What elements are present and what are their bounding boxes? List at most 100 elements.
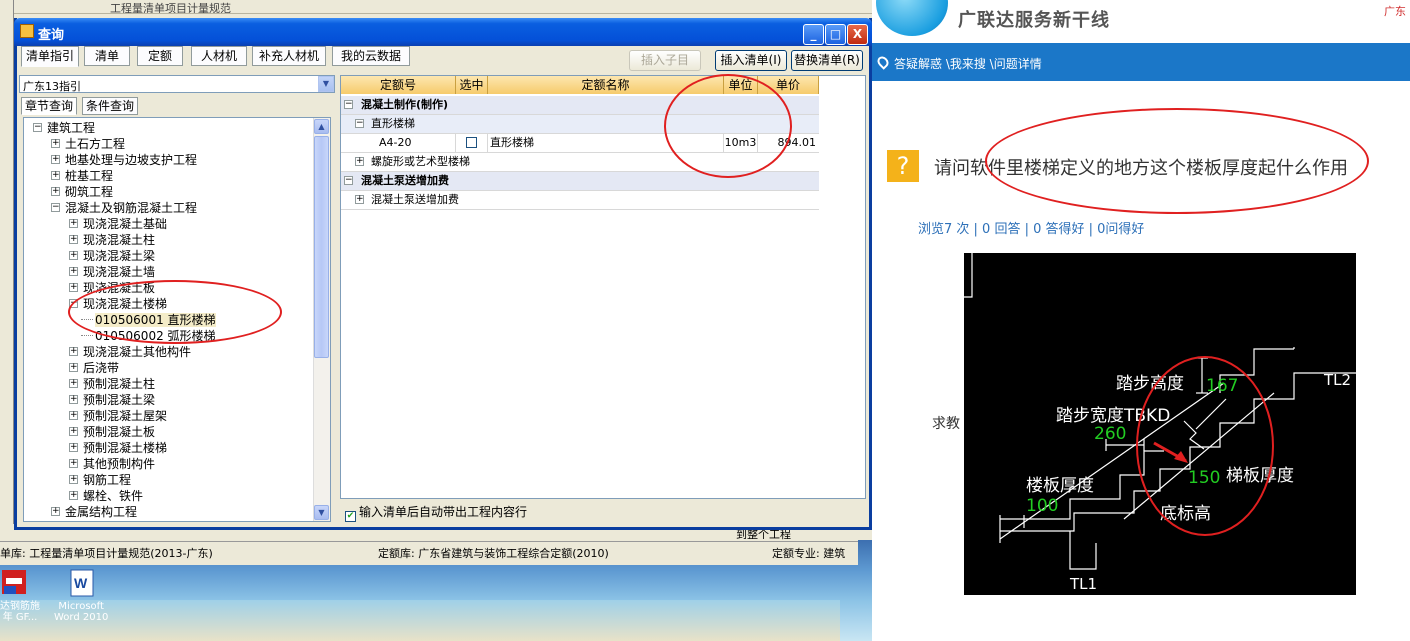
tree-node[interactable]: 现浇混凝土其他构件 [83, 345, 191, 359]
tree-node[interactable]: 现浇混凝土墙 [83, 265, 155, 279]
tree-node[interactable]: 金属结构工程 [65, 505, 137, 519]
tree-node[interactable]: 预制混凝土板 [83, 425, 155, 439]
status-bar: 单库: 工程量清单项目计量规范(2013-广东) 定额库: 广东省建筑与装饰工程… [0, 541, 858, 565]
dialog-app-icon [20, 24, 34, 38]
tree-node[interactable]: 现浇混凝土梁 [83, 249, 155, 263]
collapse-icon[interactable]: − [33, 123, 42, 132]
auto-content-option[interactable]: ✔ 输入清单后自动带出工程内容行 [345, 503, 527, 522]
expand-icon[interactable]: + [69, 283, 78, 292]
ggj-app-icon[interactable] [0, 568, 28, 598]
tree-node[interactable]: 预制混凝土楼梯 [83, 441, 167, 455]
dialog-title-bar[interactable]: 查询 [14, 18, 872, 46]
expand-icon[interactable]: + [69, 251, 78, 260]
col-quota-code[interactable]: 定额号 [341, 76, 456, 94]
label-floor-thickness: 楼板厚度 [1026, 476, 1094, 496]
expand-icon[interactable]: + [69, 395, 78, 404]
tab-list[interactable]: 清单 [84, 46, 130, 66]
tab-quota[interactable]: 定额 [137, 46, 183, 66]
tree-node[interactable]: 现浇混凝土柱 [83, 233, 155, 247]
status-quota-library: 定额库: 广东省建筑与装饰工程综合定额(2010) [378, 547, 609, 560]
expand-icon[interactable]: + [69, 219, 78, 228]
insert-list-button[interactable]: 插入清单(I) [715, 50, 787, 71]
tree-node[interactable]: 土石方工程 [65, 137, 125, 151]
tree-node[interactable]: 预制混凝土屋架 [83, 409, 167, 423]
expand-icon[interactable]: + [355, 157, 364, 166]
tree-node[interactable]: 现浇混凝土基础 [83, 217, 167, 231]
desktop-wallpaper-shore [0, 600, 840, 641]
minimize-button[interactable]: _ [803, 24, 824, 45]
tree-node[interactable]: 砌筑工程 [65, 185, 113, 199]
tab-list-guide[interactable]: 清单指引 [21, 46, 79, 67]
question-body-text: 求教 [932, 416, 960, 432]
tree-node[interactable]: 建筑工程 [47, 121, 95, 135]
insert-child-button[interactable]: 插入子目 [629, 50, 701, 71]
guide-library-select[interactable]: 广东13指引 [19, 75, 335, 93]
expand-icon[interactable]: + [51, 187, 60, 196]
expand-icon[interactable]: + [69, 267, 78, 276]
scroll-up-icon[interactable]: ▲ [314, 119, 329, 134]
scroll-down-icon[interactable]: ▼ [314, 505, 329, 520]
collapse-icon[interactable]: − [344, 176, 353, 185]
breadcrumb[interactable]: 答疑解惑 \我来搜 \问题详情 [894, 57, 1042, 71]
tree-node[interactable]: 钢筋工程 [83, 473, 131, 487]
close-button[interactable]: X [847, 24, 868, 45]
checked-checkbox-icon[interactable]: ✔ [345, 511, 356, 522]
annotation-circle-grid [664, 74, 792, 178]
tab-chapter-search[interactable]: 章节查询 [21, 97, 77, 115]
dialog-title: 查询 [38, 28, 65, 43]
tree-node[interactable]: 其他预制构件 [83, 457, 155, 471]
col-selected[interactable]: 选中 [456, 76, 488, 94]
status-list-library: 单库: 工程量清单项目计量规范(2013-广东) [0, 547, 213, 560]
chevron-down-icon[interactable]: ▼ [318, 76, 334, 92]
expand-icon[interactable]: + [69, 379, 78, 388]
annotation-circle-tree [68, 280, 282, 344]
expand-icon[interactable]: + [69, 491, 78, 500]
tab-materials[interactable]: 人材机 [191, 46, 247, 66]
breadcrumb-bar: 答疑解惑 \我来搜 \问题详情 [872, 43, 1410, 81]
expand-icon[interactable]: + [51, 171, 60, 180]
grid-group-row[interactable]: + 混凝土泵送增加费 [341, 191, 819, 210]
expand-icon[interactable]: + [69, 443, 78, 452]
tab-supplementary-materials[interactable]: 补充人材机 [252, 46, 326, 66]
tab-condition-search[interactable]: 条件查询 [82, 97, 138, 115]
expand-icon[interactable]: + [69, 235, 78, 244]
expand-icon[interactable]: + [51, 155, 60, 164]
tree-node[interactable]: 后浇带 [83, 361, 119, 375]
tree-node[interactable]: 混凝土及钢筋混凝土工程 [65, 201, 197, 215]
expand-icon[interactable]: + [69, 411, 78, 420]
region-link[interactable]: 广东 [1384, 3, 1406, 19]
value-floor-thickness: 100 [1026, 496, 1058, 516]
svg-text:W: W [74, 575, 88, 591]
expand-icon[interactable]: + [69, 475, 78, 484]
expand-icon[interactable]: + [69, 363, 78, 372]
tree-node[interactable]: 桩基工程 [65, 169, 113, 183]
word-app-label: Microsoft Word 2010 [54, 601, 109, 623]
replace-list-button[interactable]: 替换清单(R) [791, 50, 863, 71]
location-pin-icon [875, 54, 891, 70]
expand-icon[interactable]: + [69, 347, 78, 356]
maximize-button[interactable]: □ [825, 24, 846, 45]
collapse-icon[interactable]: − [51, 203, 60, 212]
value-step-width: 260 [1094, 424, 1126, 444]
tab-my-cloud[interactable]: 我的云数据 [332, 46, 410, 66]
tree-node[interactable]: 螺栓、铁件 [83, 489, 143, 503]
collapse-icon[interactable]: − [344, 100, 353, 109]
word-app-icon[interactable]: W [68, 568, 96, 598]
expand-icon[interactable]: + [51, 507, 60, 516]
tree-node[interactable]: 预制混凝土柱 [83, 377, 155, 391]
tree-node[interactable]: 预制混凝土梁 [83, 393, 155, 407]
expand-icon[interactable]: + [355, 195, 364, 204]
status-quota-specialty: 定额专业: 建筑 [772, 547, 846, 560]
annotation-circle-figure [1136, 356, 1274, 536]
collapse-icon[interactable]: − [355, 119, 364, 128]
expand-icon[interactable]: + [51, 139, 60, 148]
ggj-app-label: 达钢筋施年 GF... [0, 601, 40, 623]
tree-node[interactable]: 地基处理与边坡支护工程 [65, 153, 197, 167]
expand-icon[interactable]: + [69, 459, 78, 468]
label-tl2: TL2 [1323, 371, 1351, 389]
select-checkbox[interactable] [456, 134, 488, 152]
quota-code-cell: A4-20 [341, 134, 456, 152]
expand-icon[interactable]: + [69, 427, 78, 436]
question-mark-icon: ? [887, 150, 919, 182]
tree-scroll-thumb[interactable] [314, 136, 329, 358]
